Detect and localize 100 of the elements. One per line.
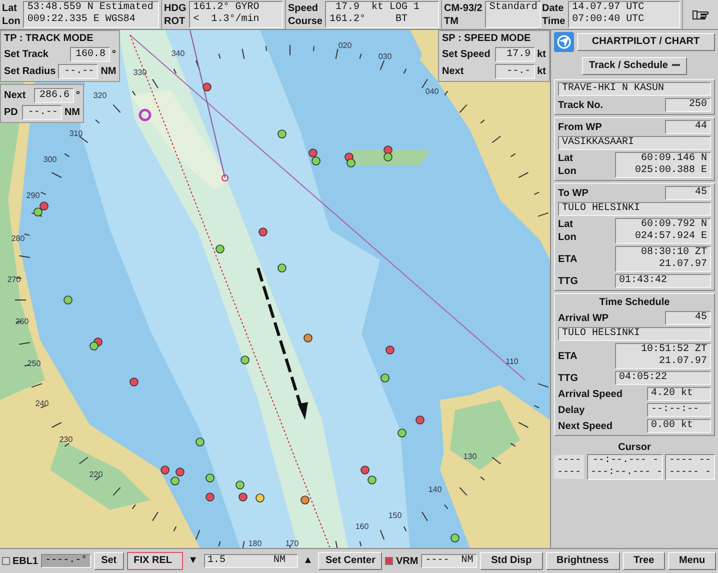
readout-value: 53:48.559 N Estimated [27,2,154,14]
ebl-bearing-field[interactable]: ----.-° [41,554,92,568]
unit-label: NM [64,106,80,119]
menu-button[interactable]: Menu [668,552,716,570]
compass-label: 130 [463,452,477,461]
field-label: Lon [558,231,576,244]
cursor-label: ---- [554,454,584,466]
field-label: Next [442,65,464,78]
readout-value: 14.07.97 UTC [572,2,646,14]
position-field: 60:09.792 N 024:57.924 E [615,218,711,244]
pointing-hand-icon[interactable] [692,8,710,20]
value-field: --:--:-- [647,403,711,417]
field-label: Delay [558,404,585,416]
readout-value: 009:22.335 E WGS84 [27,14,136,26]
buoy-marker [308,148,318,158]
compass-label: 340 [171,49,185,58]
checkbox[interactable] [2,557,10,565]
value-field: 250 [665,98,711,112]
buoy-marker [416,416,424,424]
buoy-marker [300,496,310,504]
panel-title: SP : SPEED MODE [442,32,532,45]
value-field[interactable]: --.- [494,64,535,79]
checkbox-label: VRM [396,554,418,568]
field-label: Set Radius [4,65,56,78]
compass-label: 230 [59,435,73,444]
field-label: Set Speed [442,48,490,61]
field-label: ETA [558,252,578,266]
buoy-marker [386,346,394,354]
menu-button[interactable]: Brightness [546,552,620,570]
value-field: 44 [665,120,711,134]
field-label: Arrival WP [558,312,609,324]
buoy-marker [256,494,264,502]
field-label: Lon [558,165,576,178]
unit-label: kt [537,65,546,78]
menu-button[interactable]: Std Disp [480,552,543,570]
unit-label: ° [76,89,80,102]
value-field: 4.20 kt [647,387,711,401]
compass-label: 180 [248,539,262,548]
buoy-marker [346,158,356,168]
cursor-position-field: --:--.--- - ---:--.--- - [586,454,663,480]
unit-label: ° [112,48,116,61]
field-label: Course [288,14,322,28]
set-button[interactable]: Set [94,552,124,570]
buoy-marker [312,156,320,166]
value-field: 45 [665,311,711,325]
field-label: ROT [164,14,186,28]
value-field: 0.00 kt [647,419,711,433]
range-field[interactable]: 1.5 NM [204,554,298,568]
value-field[interactable]: --.-- [22,105,62,120]
buoy-marker [176,468,184,476]
vrm-field[interactable]: ---- NM [421,554,478,568]
readout-value: < 1.3°/min [193,14,260,26]
buoy-marker [130,378,138,386]
buoy-marker [90,342,98,350]
compass-app-icon[interactable] [554,32,574,52]
buoy-marker [380,374,390,382]
field-label: Set Track [4,48,48,61]
range-up-button[interactable]: ▲ [300,553,316,569]
buoy-marker [160,466,170,474]
field-label: Time [542,14,566,28]
cursor-range-field: ---- -- ----- - [665,454,716,480]
buoy-marker [240,356,250,364]
field-label: ETA [558,350,578,362]
buoy-marker [360,466,370,474]
menu-button[interactable]: Tree [622,552,666,570]
value-field[interactable]: 17.9 [494,47,535,62]
readout-value: 17.9 kt LOG 1 [334,2,420,14]
checkbox[interactable] [385,557,394,565]
set-center-button[interactable]: Set Center [318,552,382,570]
value-field: 04:05:22 [615,371,711,385]
value-field[interactable]: --.-- [58,64,98,79]
field-label: Next Speed [558,420,612,432]
compass-label: 300 [43,155,57,164]
track-schedule-dropdown[interactable]: Track / Schedule [582,56,687,74]
range-down-button[interactable]: ▼ [186,553,201,569]
panel-title: TP : TRACK MODE [4,32,94,45]
fix-rel-dropdown[interactable]: FIX REL [126,552,183,570]
compass-label: 160 [355,522,369,531]
value-field[interactable]: 286.6 [34,88,74,103]
compass-label: 330 [133,68,147,77]
eta-field: 10:51:52 ZT 21.07.97 [615,343,711,369]
value-field: 01:43:42 [615,274,711,288]
compass-label: 290 [26,191,40,200]
buoy-marker [40,202,48,210]
checkbox-label: EBL1 [12,554,38,568]
readout-value: 161.2° GYRO [193,2,260,14]
shoal-area [450,400,520,470]
buoy-marker [450,534,460,542]
compass-label: 250 [27,359,41,368]
field-label: TTG [558,274,578,288]
buoy-marker [304,334,312,342]
value-field[interactable]: 160.8 [70,47,110,62]
compass-label: 260 [15,317,29,326]
chartpilot-button[interactable]: CHARTPILOT / CHART [576,33,715,51]
buoy-marker [236,480,244,490]
compass-label: 170 [285,539,299,548]
section-title: Time Schedule [598,296,671,309]
section-title: Cursor [617,440,652,454]
buoy-marker [34,208,42,216]
buoy-marker [258,228,268,236]
